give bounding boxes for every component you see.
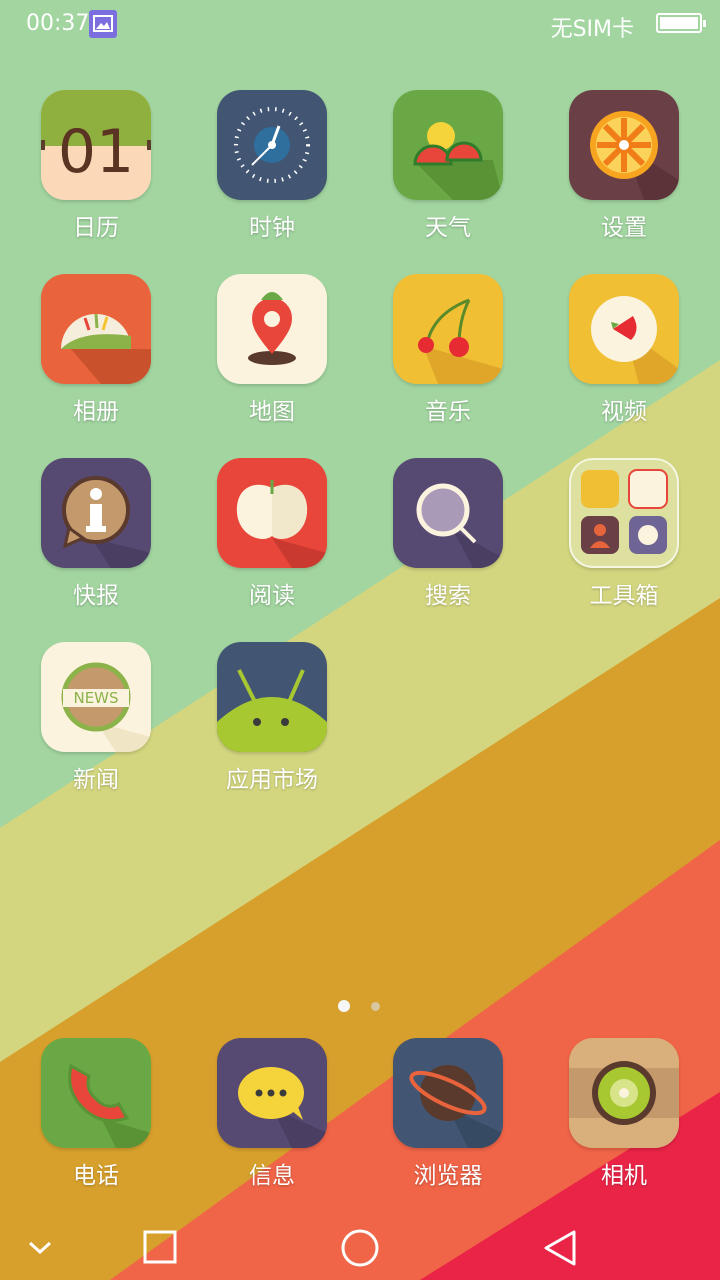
gallery-notification-icon <box>89 10 117 38</box>
app-label: 新闻 <box>73 767 119 793</box>
folder-icon <box>569 458 679 568</box>
maps-app[interactable]: 地图 <box>196 274 346 444</box>
calendar-app[interactable]: 01 日历 <box>20 90 170 260</box>
news-icon: NEWS <box>41 642 151 752</box>
messages-app[interactable]: 信息 <box>196 1038 346 1208</box>
page-indicator <box>0 998 720 1014</box>
page-dot[interactable] <box>371 1002 380 1011</box>
app-label: 天气 <box>425 215 471 241</box>
page-dot-active[interactable] <box>338 1000 350 1012</box>
news-badge: NEWS <box>73 689 118 707</box>
status-time: 00:37 <box>26 11 90 36</box>
app-label: 阅读 <box>249 583 295 609</box>
gallery-app[interactable]: 相册 <box>20 274 170 444</box>
app-label: 相册 <box>73 399 119 425</box>
home-circle-icon[interactable] <box>330 1210 390 1270</box>
calendar-date: 01 <box>58 117 134 187</box>
status-bar: 00:37 无SIM卡 <box>0 0 720 50</box>
reader-app[interactable]: 阅读 <box>196 458 346 628</box>
app-market-app[interactable]: 应用市场 <box>196 642 346 812</box>
camera-icon <box>569 1038 679 1148</box>
battery-icon <box>656 13 706 33</box>
settings-app[interactable]: 设置 <box>548 90 698 260</box>
browser-app[interactable]: 浏览器 <box>372 1038 522 1208</box>
video-icon <box>569 274 679 384</box>
collapse-chevron-icon[interactable] <box>10 1210 70 1270</box>
app-label: 工具箱 <box>589 583 659 609</box>
chat-icon <box>217 1038 327 1148</box>
toolbox-folder[interactable]: 工具箱 <box>548 458 698 628</box>
app-label: 视频 <box>601 399 647 425</box>
app-label: 搜索 <box>425 583 471 609</box>
settings-icon <box>569 90 679 200</box>
app-label: 时钟 <box>249 215 295 241</box>
music-icon <box>393 274 503 384</box>
info-icon <box>41 458 151 568</box>
app-label: 浏览器 <box>413 1163 483 1189</box>
map-pin-icon <box>217 274 327 384</box>
gallery-icon <box>41 274 151 384</box>
app-label: 应用市场 <box>226 767 318 793</box>
clock-app[interactable]: 时钟 <box>196 90 346 260</box>
search-icon <box>393 458 503 568</box>
carrier-status: 无SIM卡 <box>550 17 634 42</box>
navigation-bar <box>0 1200 720 1280</box>
news-app[interactable]: NEWS 新闻 <box>20 642 170 812</box>
app-label: 地图 <box>249 399 295 425</box>
recents-square-icon[interactable] <box>130 1210 190 1270</box>
book-icon <box>217 458 327 568</box>
app-label: 音乐 <box>425 399 471 425</box>
app-label: 信息 <box>249 1163 295 1189</box>
app-label: 电话 <box>73 1163 119 1189</box>
weather-icon <box>393 90 503 200</box>
music-app[interactable]: 音乐 <box>372 274 522 444</box>
app-label: 日历 <box>73 215 119 241</box>
clock-icon <box>217 90 327 200</box>
camera-app[interactable]: 相机 <box>548 1038 698 1208</box>
app-label: 设置 <box>601 215 647 241</box>
news-brief-app[interactable]: 快报 <box>20 458 170 628</box>
phone-icon <box>41 1038 151 1148</box>
back-triangle-icon[interactable] <box>530 1210 590 1270</box>
search-app[interactable]: 搜索 <box>372 458 522 628</box>
phone-app[interactable]: 电话 <box>20 1038 170 1208</box>
video-app[interactable]: 视频 <box>548 274 698 444</box>
android-icon <box>217 642 327 752</box>
planet-icon <box>393 1038 503 1148</box>
app-label: 快报 <box>73 583 119 609</box>
calendar-icon: 01 <box>41 90 151 200</box>
app-label: 相机 <box>601 1163 647 1189</box>
weather-app[interactable]: 天气 <box>372 90 522 260</box>
